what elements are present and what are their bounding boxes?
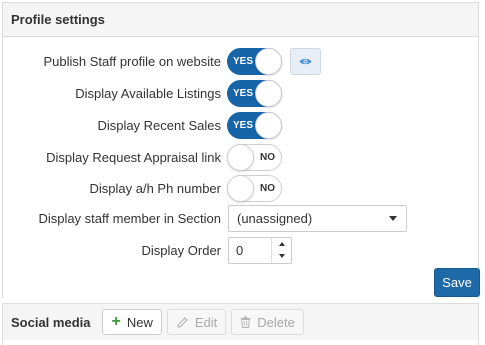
- available-listings-toggle[interactable]: YES: [227, 79, 282, 107]
- toggle-knob: [227, 143, 254, 171]
- display-order-input[interactable]: 0: [228, 236, 292, 264]
- publish-profile-label: Publish Staff profile on website: [43, 53, 221, 69]
- pencil-icon: [176, 316, 189, 329]
- edit-button-label: Edit: [194, 314, 218, 330]
- request-appraisal-row: Display Request Appraisal link NO: [3, 142, 480, 172]
- eye-icon: [299, 58, 312, 64]
- request-appraisal-label: Display Request Appraisal link: [46, 149, 221, 165]
- delete-button[interactable]: Delete: [231, 309, 304, 335]
- recent-sales-row: Display Recent Sales YES: [3, 110, 480, 140]
- decrement-button[interactable]: [272, 250, 291, 263]
- display-order-row: Display Order 0: [3, 235, 480, 265]
- chevron-down-icon: [389, 215, 397, 221]
- section-select[interactable]: (unassigned): [228, 204, 407, 232]
- arrow-down-icon: [278, 254, 285, 259]
- new-button-label: New: [126, 314, 153, 330]
- profile-settings-panel: Profile settings Publish Staff profile o…: [2, 2, 480, 298]
- toggle-knob: [255, 79, 282, 107]
- recent-sales-toggle[interactable]: YES: [227, 111, 282, 139]
- request-appraisal-toggle[interactable]: NO: [227, 143, 282, 171]
- display-order-stepper[interactable]: [271, 237, 291, 263]
- toggle-knob: [255, 111, 282, 139]
- edit-button[interactable]: Edit: [166, 309, 227, 335]
- preview-profile-button[interactable]: [290, 47, 321, 75]
- toggle-state-text: YES: [233, 119, 254, 131]
- section-label: Display staff member in Section: [38, 210, 221, 226]
- section-select-value: (unassigned): [237, 210, 313, 226]
- ah-phone-toggle[interactable]: NO: [227, 174, 282, 202]
- toggle-state-text: YES: [233, 87, 254, 99]
- delete-button-label: Delete: [257, 314, 295, 330]
- display-order-label: Display Order: [141, 242, 221, 258]
- toggle-state-text: YES: [233, 55, 254, 67]
- arrow-up-icon: [278, 241, 285, 246]
- trash-icon: [240, 316, 251, 328]
- available-listings-row: Display Available Listings YES: [3, 78, 480, 108]
- social-media-title: Social media: [11, 314, 91, 330]
- publish-profile-row: Publish Staff profile on website YES: [3, 46, 480, 76]
- toggle-knob: [227, 174, 254, 202]
- available-listings-label: Display Available Listings: [75, 85, 221, 101]
- publish-profile-toggle[interactable]: YES: [227, 47, 282, 75]
- plus-icon: +: [111, 313, 121, 330]
- increment-button[interactable]: [272, 238, 291, 251]
- save-button[interactable]: Save: [434, 268, 480, 297]
- profile-settings-title: Profile settings: [11, 12, 105, 27]
- social-media-header: Social media + New Edit Delete: [3, 304, 478, 340]
- ah-phone-row: Display a/h Ph number NO: [3, 173, 480, 203]
- new-button[interactable]: + New: [102, 309, 162, 335]
- profile-settings-header: Profile settings: [3, 3, 478, 37]
- toggle-knob: [255, 47, 282, 75]
- social-media-panel: Social media + New Edit Delete: [2, 303, 479, 345]
- toggle-state-text: NO: [260, 182, 275, 194]
- display-order-value: 0: [236, 242, 244, 258]
- ah-phone-label: Display a/h Ph number: [89, 180, 221, 196]
- section-row: Display staff member in Section (unassig…: [3, 203, 480, 233]
- toggle-state-text: NO: [260, 151, 275, 163]
- recent-sales-label: Display Recent Sales: [97, 117, 221, 133]
